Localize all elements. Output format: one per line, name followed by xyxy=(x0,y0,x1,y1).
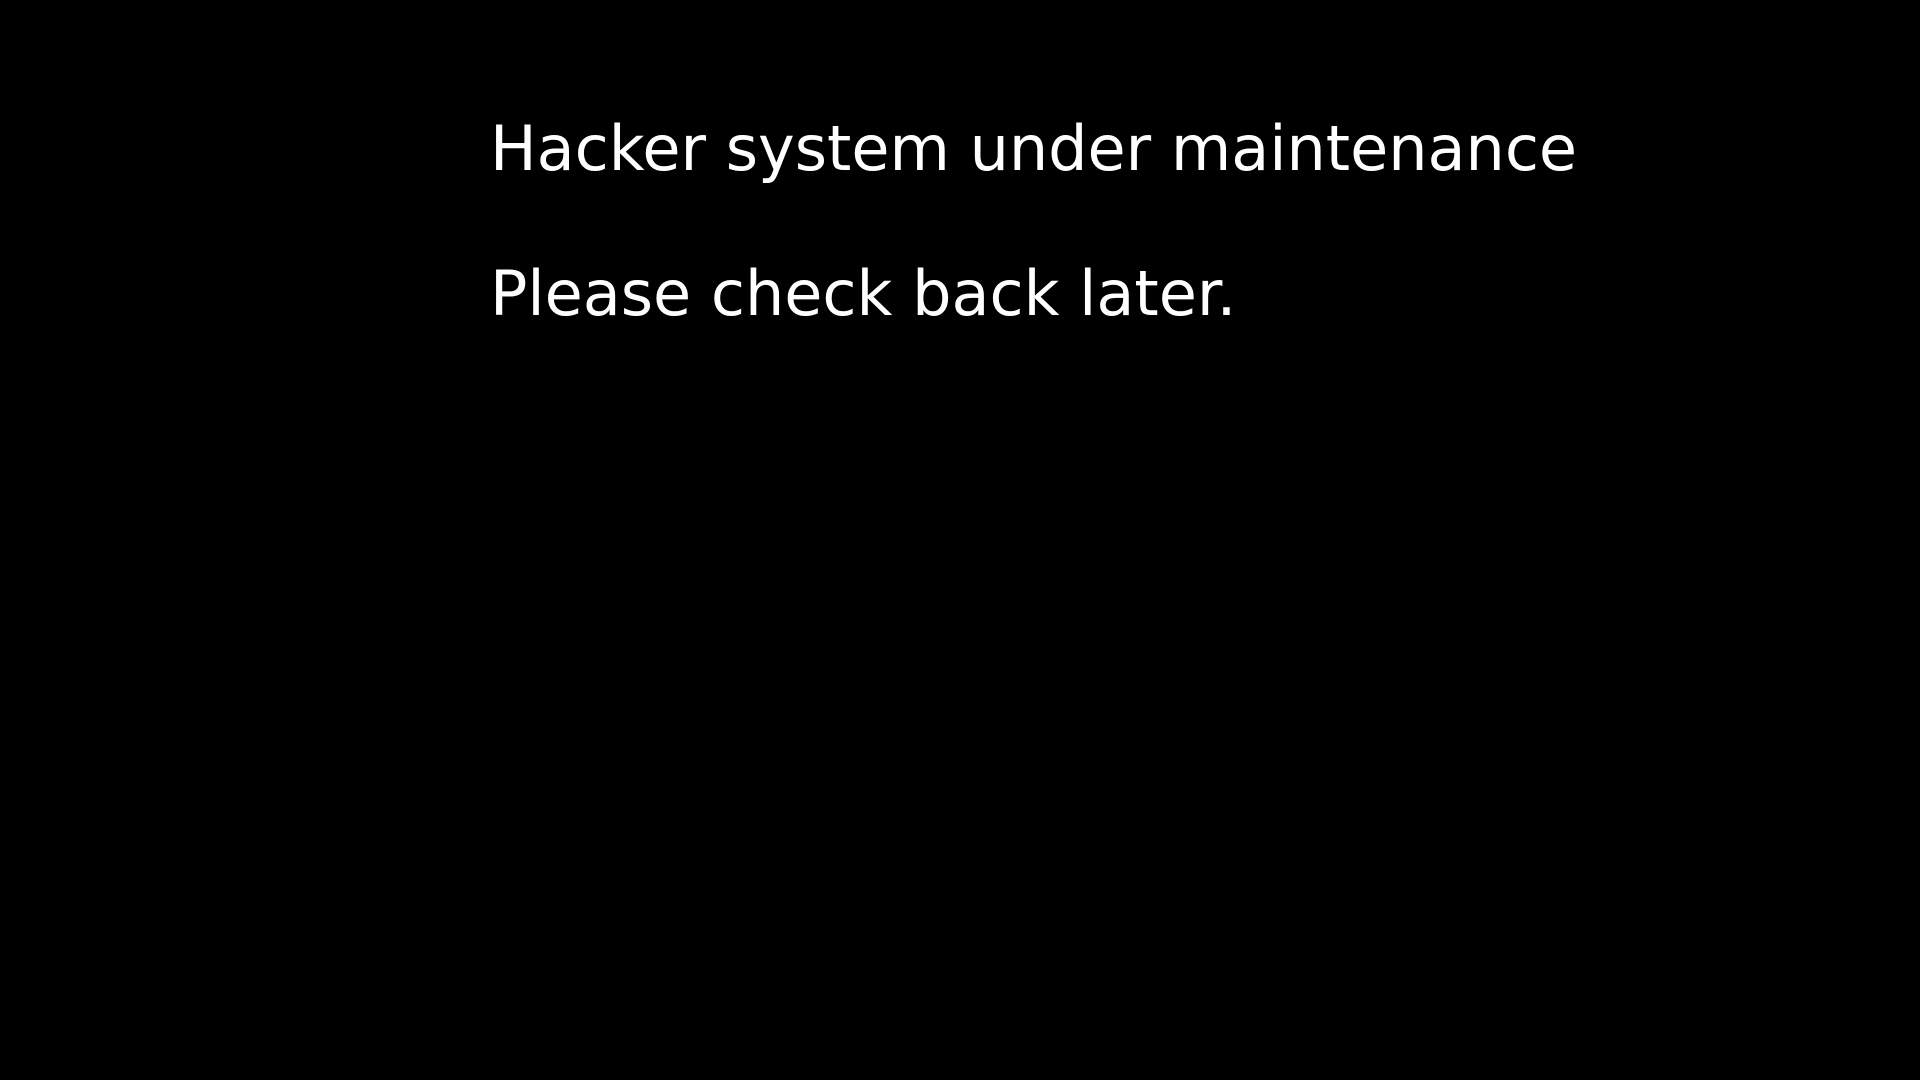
maintenance-screen: Hacker system under maintenance Please c… xyxy=(0,0,1920,1080)
maintenance-heading: Hacker system under maintenance xyxy=(490,112,1578,185)
maintenance-subtext: Please check back later. xyxy=(490,257,1237,330)
